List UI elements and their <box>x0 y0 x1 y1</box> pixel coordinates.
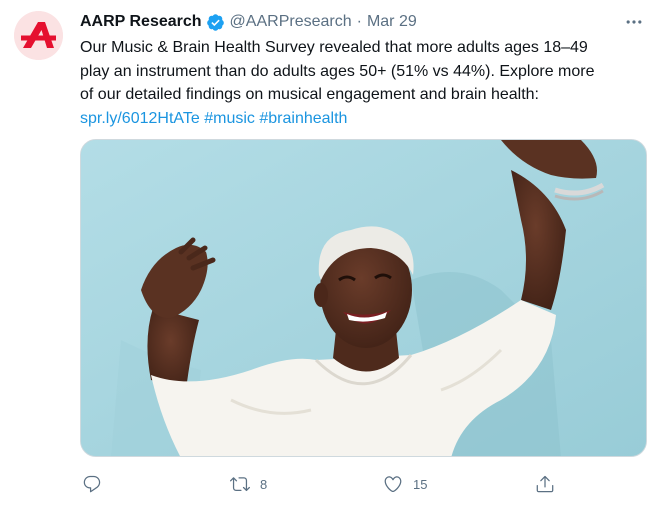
heart-icon <box>384 476 402 493</box>
tweet-image[interactable] <box>80 139 647 457</box>
verified-badge-icon <box>206 13 225 32</box>
tweet-header: AARP Research @AARPresearch · Mar 29 <box>80 11 417 33</box>
woman-photo <box>81 140 646 456</box>
more-dots-icon[interactable] <box>622 10 646 34</box>
reply-icon <box>83 475 101 493</box>
retweet-count: 8 <box>260 476 268 492</box>
author-name[interactable]: AARP Research <box>80 13 202 31</box>
share-button[interactable] <box>535 470 555 498</box>
tweet-text-line: play an instrument than do adults ages 5… <box>80 62 595 80</box>
share-icon <box>536 475 554 493</box>
tweet-link[interactable]: spr.ly/6012HtATe <box>80 110 200 127</box>
tweet-actions: 8 15 <box>80 470 560 498</box>
avatar[interactable] <box>14 11 63 60</box>
like-count: 15 <box>413 476 428 492</box>
tweet[interactable]: AARP Research @AARPresearch · Mar 29 Our… <box>0 0 662 508</box>
retweet-icon <box>230 477 250 492</box>
author-handle[interactable]: @AARPresearch <box>230 13 352 31</box>
reply-button[interactable] <box>82 470 112 498</box>
hashtag-music[interactable]: #music <box>204 110 255 127</box>
tweet-text-line: Our Music & Brain Health Survey revealed… <box>80 39 588 56</box>
aarp-logo-icon <box>14 11 63 60</box>
tweet-text-line: of our detailed findings on musical enga… <box>80 86 539 104</box>
tweet-date[interactable]: Mar 29 <box>367 13 417 31</box>
tweet-links-line: spr.ly/6012HtATe #music #brainhealth <box>80 107 650 131</box>
retweet-button[interactable]: 8 <box>230 470 267 498</box>
tweet-text: Our Music & Brain Health Survey revealed… <box>80 36 650 130</box>
hashtag-brainhealth[interactable]: #brainhealth <box>259 110 347 127</box>
like-button[interactable]: 15 <box>383 470 427 498</box>
separator-dot: · <box>356 13 362 30</box>
